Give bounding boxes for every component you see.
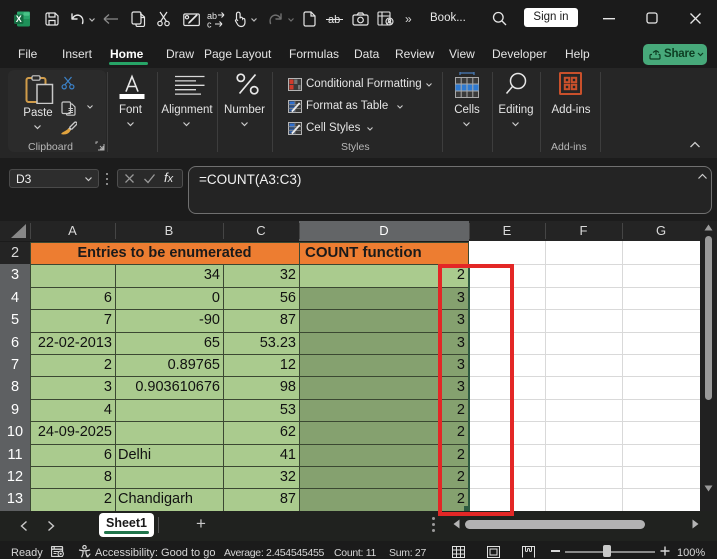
svg-text:X: X [16, 14, 22, 24]
svg-text:c: c [207, 20, 212, 29]
